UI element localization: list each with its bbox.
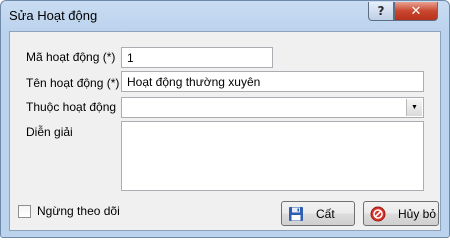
close-icon: ✕ [410,3,422,19]
close-button[interactable]: ✕ [394,2,438,21]
inactive-label: Ngừng theo dõi [37,204,120,218]
floppy-disk-icon [289,206,303,221]
title-bar[interactable]: Sửa Hoạt động ? ✕ [1,1,449,31]
cancel-label: Hủy bỏ [398,206,437,221]
help-button[interactable]: ? [368,2,394,21]
parent-activity-label: Thuộc hoạt động [26,100,117,114]
help-icon: ? [377,4,385,18]
save-label: Cất [316,206,335,221]
activity-name-label: Tên hoạt động (*) [26,76,120,90]
save-button[interactable]: Cất [281,201,355,226]
activity-code-label: Mã hoạt động (*) [26,50,116,64]
activity-name-input[interactable]: Hoạt động thường xuyên [121,71,424,92]
cancel-button[interactable]: Hủy bỏ [363,201,439,226]
description-textarea[interactable] [121,121,424,191]
description-label: Diễn giải [26,125,73,139]
parent-activity-select[interactable]: ▼ [121,97,424,118]
edit-activity-dialog: Sửa Hoạt động ? ✕ Mã hoạt động (*) 1 Tên… [0,0,450,238]
dropdown-arrow-icon[interactable]: ▼ [406,99,422,116]
activity-code-input[interactable]: 1 [121,47,273,68]
inactive-checkbox-group[interactable]: Ngừng theo dõi [18,204,120,218]
inactive-checkbox[interactable] [18,204,31,218]
dialog-title: Sửa Hoạt động [9,8,98,23]
parent-activity-value [122,103,132,109]
dialog-body: Mã hoạt động (*) 1 Tên hoạt động (*) Hoạ… [9,31,441,231]
cancel-circle-icon [370,206,386,221]
